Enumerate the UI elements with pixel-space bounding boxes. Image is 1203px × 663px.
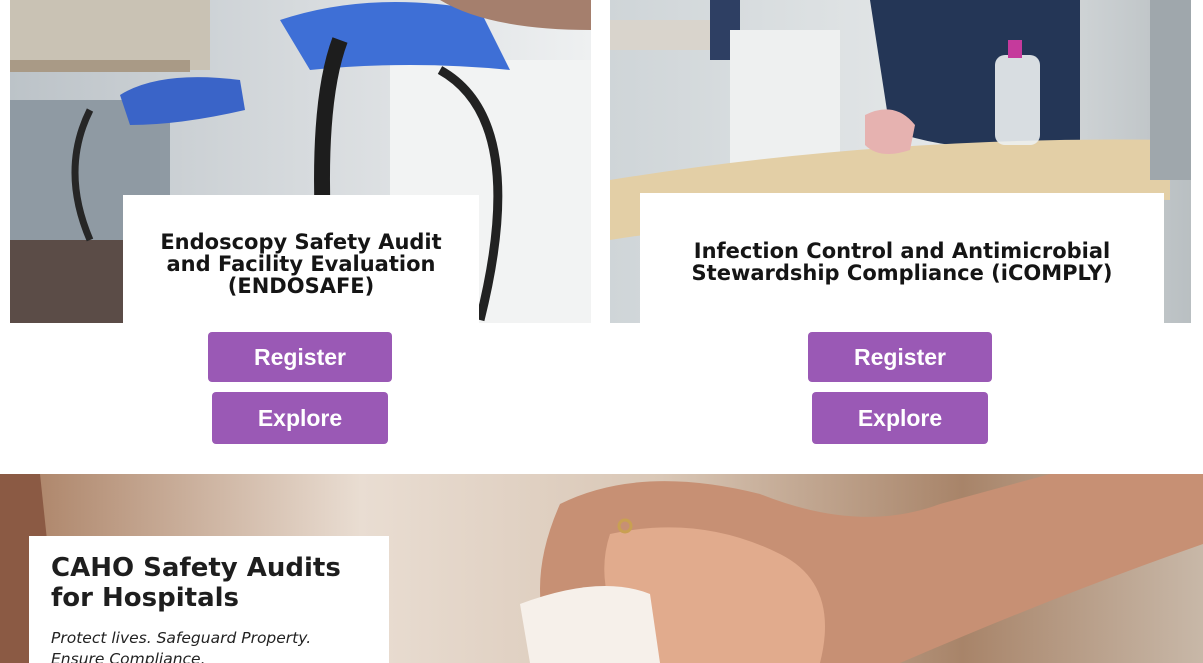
banner-title: CAHO Safety Audits for Hospitals — [51, 553, 341, 613]
banner-tagline: Protect lives. Safeguard Property. Ensur… — [51, 628, 312, 663]
endosafe-card-image[interactable]: Endoscopy Safety Audit and Facility Eval… — [10, 0, 591, 323]
icomply-card-image[interactable]: Infection Control and Antimicrobial Stew… — [610, 0, 1191, 323]
endosafe-title: Endoscopy Safety Audit and Facility Eval… — [123, 195, 479, 323]
banner-text-card: CAHO Safety Audits for Hospitals Protect… — [29, 536, 389, 663]
icomply-title: Infection Control and Antimicrobial Stew… — [640, 193, 1164, 323]
caho-safety-audits-banner[interactable]: CAHO Safety Audits for Hospitals Protect… — [0, 474, 1203, 663]
endosafe-register-button[interactable]: Register — [208, 332, 392, 382]
icomply-register-button[interactable]: Register — [808, 332, 992, 382]
icomply-explore-button[interactable]: Explore — [812, 392, 988, 444]
endosafe-explore-button[interactable]: Explore — [212, 392, 388, 444]
